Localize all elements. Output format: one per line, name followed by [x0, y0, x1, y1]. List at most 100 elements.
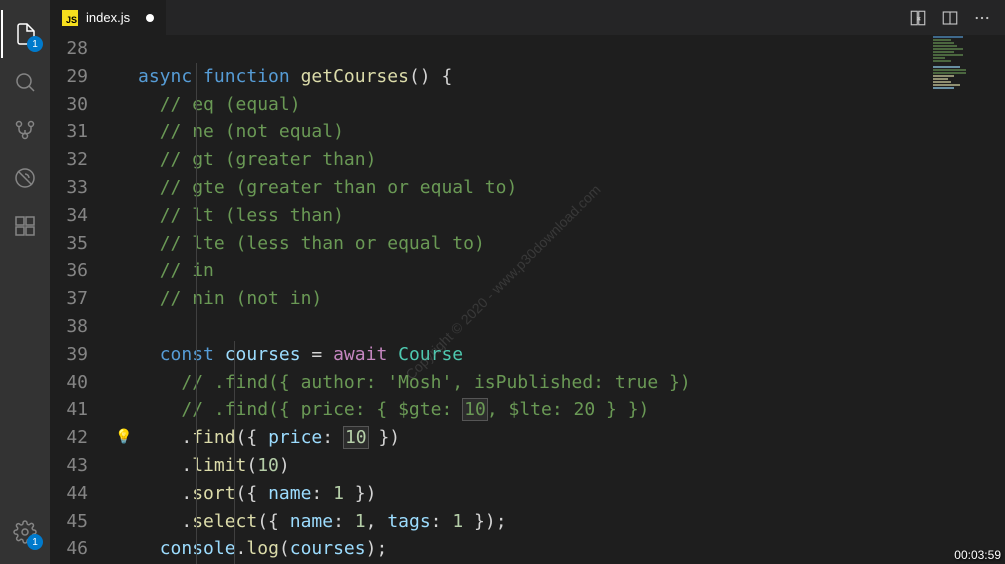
code-line[interactable]: 36 // in	[50, 257, 1005, 285]
glyph-margin	[110, 35, 138, 63]
line-number: 37	[50, 285, 110, 313]
code-line[interactable]: 39 const courses = await Course	[50, 341, 1005, 369]
code-text[interactable]: // lte (less than or equal to)	[138, 230, 1005, 258]
code-line[interactable]: 44 .sort({ name: 1 })	[50, 480, 1005, 508]
code-line[interactable]: 42💡 .find({ price: 10 })	[50, 424, 1005, 452]
code-line[interactable]: 33 // gte (greater than or equal to)	[50, 174, 1005, 202]
line-number: 45	[50, 508, 110, 536]
extensions-icon[interactable]	[1, 202, 49, 250]
tab-label: index.js	[86, 10, 130, 25]
code-text[interactable]: // .find({ price: { $gte: 10, $lte: 20 }…	[138, 396, 1005, 424]
explorer-badge: 1	[27, 36, 43, 52]
code-line[interactable]: 38	[50, 313, 1005, 341]
code-text[interactable]: // gt (greater than)	[138, 146, 1005, 174]
code-text[interactable]	[138, 35, 1005, 63]
glyph-margin	[110, 257, 138, 285]
indent-guide	[234, 341, 235, 564]
line-number: 38	[50, 313, 110, 341]
code-line[interactable]: 46 console.log(courses);	[50, 535, 1005, 563]
code-line[interactable]: 43 .limit(10)	[50, 452, 1005, 480]
line-number: 44	[50, 480, 110, 508]
glyph-margin	[110, 341, 138, 369]
code-line[interactable]: 37 // nin (not in)	[50, 285, 1005, 313]
code-text[interactable]: console.log(courses);	[138, 535, 1005, 563]
code-text[interactable]: // eq (equal)	[138, 91, 1005, 119]
code-line[interactable]: 31 // ne (not equal)	[50, 118, 1005, 146]
line-number: 42	[50, 424, 110, 452]
code-line[interactable]: 34 // lt (less than)	[50, 202, 1005, 230]
video-timestamp: 00:03:59	[954, 548, 1001, 562]
code-text[interactable]	[138, 313, 1005, 341]
glyph-margin: 💡	[110, 424, 138, 452]
minimap[interactable]	[931, 35, 991, 165]
lightbulb-icon[interactable]: 💡	[115, 424, 132, 452]
code-text[interactable]: // in	[138, 257, 1005, 285]
code-text[interactable]: async function getCourses() {	[138, 63, 1005, 91]
line-number: 28	[50, 35, 110, 63]
code-line[interactable]: 35 // lte (less than or equal to)	[50, 230, 1005, 258]
glyph-margin	[110, 535, 138, 563]
dirty-indicator-icon	[146, 14, 154, 22]
editor-group: JS index.js 2829 async function getCourse…	[50, 0, 1005, 564]
source-control-icon[interactable]	[1, 106, 49, 154]
glyph-margin	[110, 118, 138, 146]
explorer-icon[interactable]: 1	[1, 10, 49, 58]
code-line[interactable]: 29 async function getCourses() {	[50, 63, 1005, 91]
debug-icon[interactable]	[1, 154, 49, 202]
search-icon[interactable]	[1, 58, 49, 106]
glyph-margin	[110, 91, 138, 119]
code-text[interactable]: // nin (not in)	[138, 285, 1005, 313]
js-file-icon: JS	[62, 10, 78, 26]
code-text[interactable]: // lt (less than)	[138, 202, 1005, 230]
editor-area[interactable]: 2829async function getCourses() {30 // e…	[50, 35, 1005, 564]
code-line[interactable]: 30 // eq (equal)	[50, 91, 1005, 119]
line-number: 40	[50, 369, 110, 397]
code-line[interactable]: 40 // .find({ author: 'Mosh', isPublishe…	[50, 369, 1005, 397]
line-number: 43	[50, 452, 110, 480]
tab-bar: JS index.js	[50, 0, 1005, 35]
code-text[interactable]: .limit(10)	[138, 452, 1005, 480]
indent-guide	[196, 63, 197, 564]
code-line[interactable]: 45 .select({ name: 1, tags: 1 });	[50, 508, 1005, 536]
code-text[interactable]: .select({ name: 1, tags: 1 });	[138, 508, 1005, 536]
code-line[interactable]: 41 // .find({ price: { $gte: 10, $lte: 2…	[50, 396, 1005, 424]
code-text[interactable]: .sort({ name: 1 })	[138, 480, 1005, 508]
code-text[interactable]: // ne (not equal)	[138, 118, 1005, 146]
glyph-margin	[110, 63, 138, 91]
code-text[interactable]: const courses = await Course	[138, 341, 1005, 369]
glyph-margin	[110, 508, 138, 536]
glyph-margin	[110, 174, 138, 202]
line-number: 36	[50, 257, 110, 285]
glyph-margin	[110, 313, 138, 341]
code-text[interactable]: // .find({ author: 'Mosh', isPublished: …	[138, 369, 1005, 397]
glyph-margin	[110, 452, 138, 480]
line-number: 32	[50, 146, 110, 174]
line-number: 35	[50, 230, 110, 258]
code-line[interactable]: 32 // gt (greater than)	[50, 146, 1005, 174]
line-number: 46	[50, 535, 110, 563]
tab-index-js[interactable]: JS index.js	[50, 0, 167, 35]
code-text[interactable]: // gte (greater than or equal to)	[138, 174, 1005, 202]
glyph-margin	[110, 285, 138, 313]
line-number: 29	[50, 63, 110, 91]
line-number: 30	[50, 91, 110, 119]
code-line[interactable]: 28	[50, 35, 1005, 63]
activity-bar: 1 1	[0, 0, 50, 564]
glyph-margin	[110, 146, 138, 174]
more-actions-icon[interactable]	[973, 9, 991, 27]
settings-badge: 1	[27, 534, 43, 550]
line-number: 41	[50, 396, 110, 424]
settings-icon[interactable]: 1	[1, 508, 49, 556]
glyph-margin	[110, 369, 138, 397]
line-number: 39	[50, 341, 110, 369]
line-number: 34	[50, 202, 110, 230]
code-text[interactable]: .find({ price: 10 })	[138, 424, 1005, 452]
glyph-margin	[110, 230, 138, 258]
line-number: 33	[50, 174, 110, 202]
line-number: 31	[50, 118, 110, 146]
glyph-margin	[110, 202, 138, 230]
split-editor-icon[interactable]	[941, 9, 959, 27]
glyph-margin	[110, 396, 138, 424]
glyph-margin	[110, 480, 138, 508]
compare-changes-icon[interactable]	[909, 9, 927, 27]
